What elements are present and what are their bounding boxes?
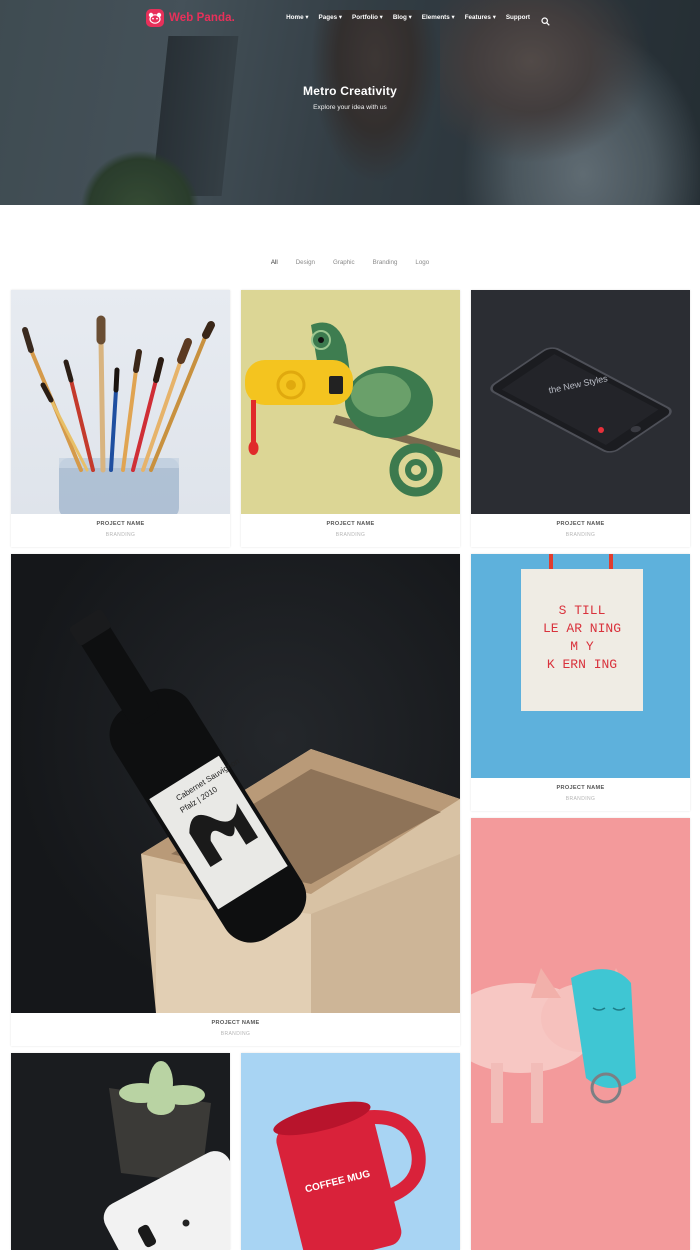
card-caption: PROJECT NAME BRANDING xyxy=(471,521,690,538)
card-image-chameleon xyxy=(241,290,460,514)
nav-item-pages[interactable]: Pages ▾ xyxy=(319,14,342,21)
project-name: PROJECT NAME xyxy=(211,1020,260,1026)
hero-banner: Web Panda. Home ▾ Pages ▾ Portfolio ▾ Bl… xyxy=(0,0,700,205)
project-category: BRANDING xyxy=(565,796,596,802)
card-image-brushes xyxy=(11,290,230,514)
card-image-tote-bag: S TILL LE AR NING M Y K ERN ING xyxy=(471,554,690,778)
portfolio-card[interactable]: the New Styles PROJECT NAME BRANDING xyxy=(471,290,690,547)
project-name: PROJECT NAME xyxy=(556,785,605,791)
search-icon[interactable] xyxy=(541,13,550,26)
main-nav: Home ▾ Pages ▾ Portfolio ▾ Blog ▾ Elemen… xyxy=(276,13,550,26)
nav-item-label: Elements xyxy=(421,14,450,21)
portfolio-card[interactable]: PROJECT NAME BRANDING xyxy=(11,290,230,547)
nav-item-features[interactable]: Features ▾ xyxy=(465,14,496,21)
project-name: PROJECT NAME xyxy=(326,521,375,527)
nav-item-elements[interactable]: Elements ▾ xyxy=(422,14,455,21)
card-caption: PROJECT NAME BRANDING xyxy=(11,521,230,538)
nav-item-blog[interactable]: Blog ▾ xyxy=(393,14,412,21)
project-category: BRANDING xyxy=(565,532,596,538)
filter-all[interactable]: All xyxy=(271,259,278,266)
project-name: PROJECT NAME xyxy=(96,521,145,527)
nav-item-label: Blog xyxy=(392,14,407,21)
portfolio-card[interactable]: PROJECT NAME BRANDING xyxy=(241,290,460,547)
portfolio-card[interactable]: S TILL LE AR NING M Y K ERN ING PROJECT … xyxy=(471,554,690,811)
portfolio-card[interactable] xyxy=(11,1053,230,1250)
nav-item-home[interactable]: Home ▾ xyxy=(286,14,308,21)
hero-subtitle: Explore your idea with us xyxy=(313,104,387,111)
filter-logo[interactable]: Logo xyxy=(415,259,429,266)
project-category: BRANDING xyxy=(220,1031,251,1037)
filter-design[interactable]: Design xyxy=(296,259,315,266)
nav-item-label: Portfolio xyxy=(352,14,378,21)
project-category: BRANDING xyxy=(105,532,136,538)
bag-text-line-3: M Y xyxy=(570,639,594,654)
portfolio-card[interactable] xyxy=(471,818,690,1250)
card-caption: PROJECT NAME BRANDING xyxy=(11,1020,460,1037)
card-image-phone: the New Styles xyxy=(471,290,690,514)
nav-item-portfolio[interactable]: Portfolio ▾ xyxy=(352,14,383,21)
brand-name: Web Panda. xyxy=(169,12,235,24)
chevron-down-icon: ▾ xyxy=(305,14,309,21)
bag-text-line-2: LE AR NING xyxy=(543,621,621,636)
bag-text-line-1: S TILL xyxy=(559,603,606,618)
project-category: BRANDING xyxy=(335,532,366,538)
chevron-down-icon: ▾ xyxy=(492,14,496,21)
nav-item-label: Features xyxy=(464,14,491,21)
card-caption: PROJECT NAME BRANDING xyxy=(471,785,690,802)
chevron-down-icon: ▾ xyxy=(338,14,343,21)
portfolio-filters: All Design Graphic Branding Logo xyxy=(0,259,700,266)
panda-icon xyxy=(146,9,164,27)
card-caption: PROJECT NAME BRANDING xyxy=(241,521,460,538)
nav-item-label: Pages xyxy=(318,14,338,21)
filter-branding[interactable]: Branding xyxy=(373,259,398,266)
card-image-pig xyxy=(471,818,690,1250)
nav-item-support[interactable]: Support xyxy=(506,14,530,21)
chevron-down-icon: ▾ xyxy=(379,14,383,21)
card-image-coffee-mug: COFFEE MUG xyxy=(241,1053,460,1250)
portfolio-card[interactable]: COFFEE MUG xyxy=(241,1053,460,1250)
bag-text-line-4: K ERN ING xyxy=(547,657,617,672)
portfolio-card[interactable]: Cabernet Sauvignon Pfalz | 2010 PROJECT … xyxy=(11,554,460,1046)
card-image-wine-bottle: Cabernet Sauvignon Pfalz | 2010 xyxy=(11,554,460,1013)
project-name: PROJECT NAME xyxy=(556,521,605,527)
chevron-down-icon: ▾ xyxy=(451,14,455,21)
hero-overlay xyxy=(0,0,700,205)
chevron-down-icon: ▾ xyxy=(408,14,412,21)
card-image-succulent xyxy=(11,1053,230,1250)
nav-item-label: Support xyxy=(505,14,530,21)
filter-graphic[interactable]: Graphic xyxy=(333,259,355,266)
brand-logo[interactable]: Web Panda. xyxy=(146,9,235,27)
nav-item-label: Home xyxy=(286,14,304,21)
hero-title: Metro Creativity xyxy=(303,84,397,98)
